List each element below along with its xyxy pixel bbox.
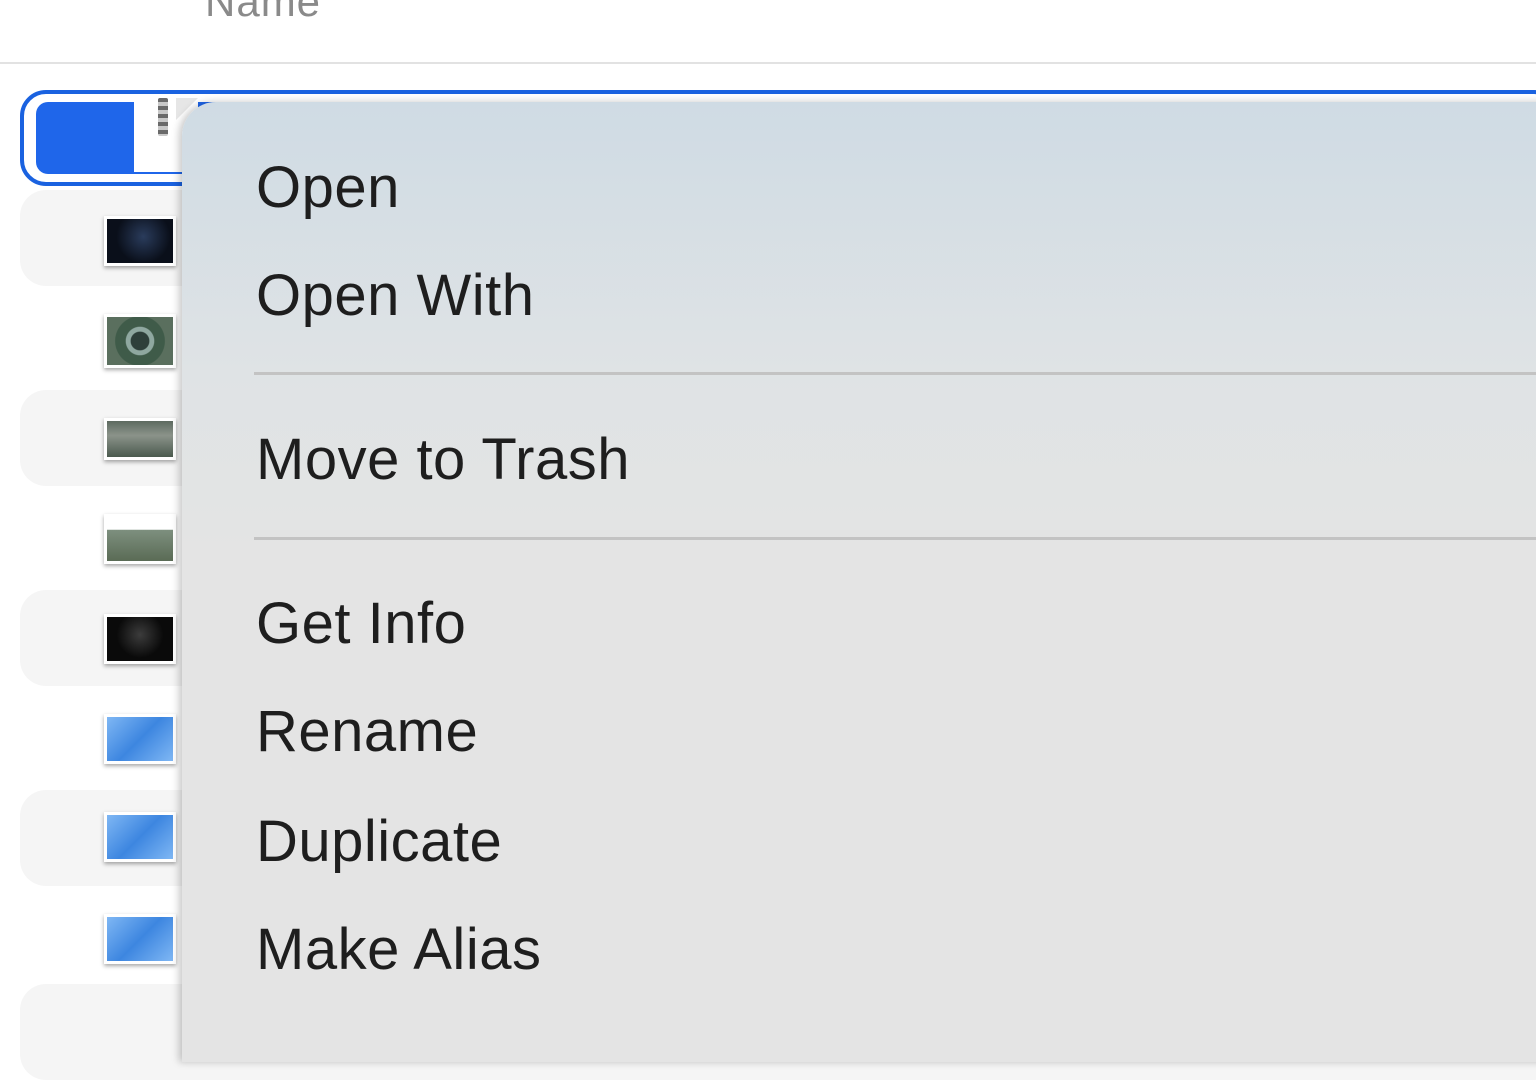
image-thumbnail-dark-icon — [104, 216, 176, 266]
menu-item-open-with[interactable]: Open With — [256, 248, 535, 344]
image-thumbnail-wwdc-icon — [104, 614, 176, 664]
menu-item-move-to-trash[interactable]: Move to Trash — [256, 412, 630, 508]
image-thumbnail-campus-aerial-icon — [104, 418, 176, 460]
menu-separator — [254, 372, 1536, 375]
image-thumbnail-blue-icon — [104, 714, 176, 764]
image-thumbnail-blue-icon — [104, 812, 176, 862]
column-header: Name — [0, 0, 1536, 64]
menu-item-get-info[interactable]: Get Info — [256, 576, 466, 672]
image-thumbnail-campus-round-icon — [104, 314, 176, 368]
menu-item-rename[interactable]: Rename — [256, 684, 478, 780]
context-menu: Open Open With Move to Trash Get Info Re… — [182, 102, 1536, 1062]
menu-item-make-alias[interactable]: Make Alias — [256, 902, 541, 998]
menu-separator — [254, 537, 1536, 540]
image-thumbnail-blue-icon — [104, 914, 176, 964]
menu-item-open[interactable]: Open — [256, 140, 400, 236]
menu-item-duplicate[interactable]: Duplicate — [256, 794, 502, 890]
column-header-name[interactable]: Name — [205, 0, 321, 26]
image-thumbnail-park-icon — [104, 514, 176, 564]
